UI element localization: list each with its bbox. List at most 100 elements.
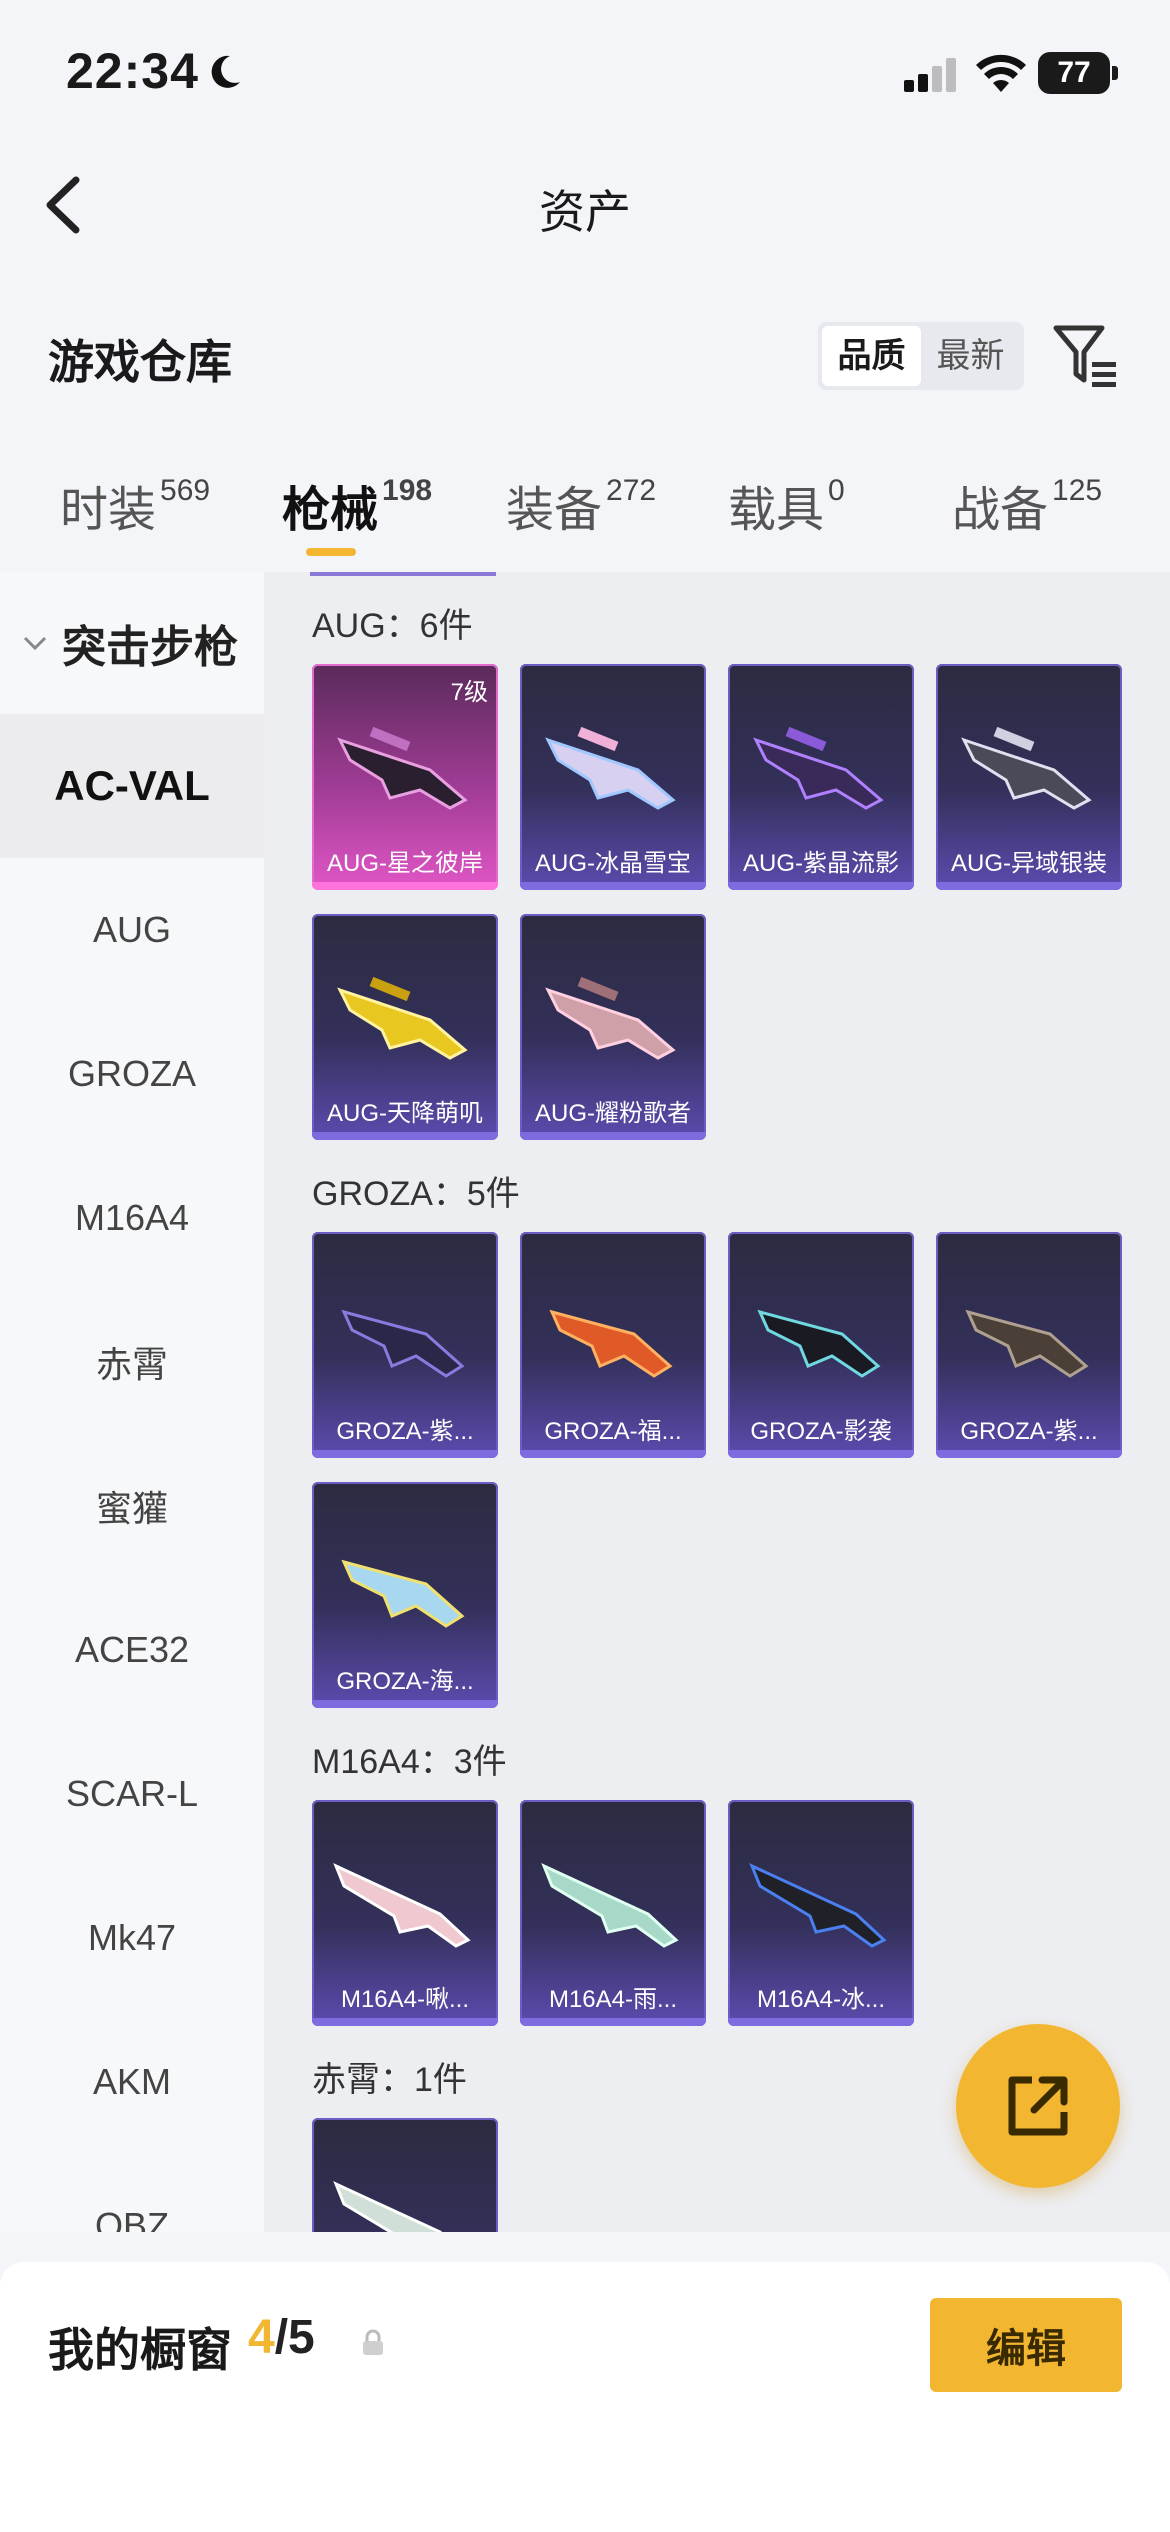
weapon-card[interactable] xyxy=(312,2118,498,2232)
status-time: 22:34 xyxy=(66,43,199,99)
sidebar-item-scar-l[interactable]: SCAR-L xyxy=(0,1722,264,1866)
weapon-card[interactable]: M16A4-啾... xyxy=(312,1800,498,2026)
sidebar-item-chixiao[interactable]: 赤霄 xyxy=(0,1290,264,1434)
moon-icon xyxy=(211,55,240,88)
tab-label: 时装 xyxy=(60,484,157,537)
weapon-name: GROZA-海... xyxy=(336,1668,474,1695)
tab-count: 125 xyxy=(1052,474,1103,507)
showcase-panel: 我的橱窗 4/5 编辑 xyxy=(0,2262,1170,2532)
tab-label: 战备 xyxy=(952,484,1049,537)
sort-toggle[interactable]: 品质 最新 xyxy=(818,322,1024,390)
weapon-card[interactable]: M16A4-冰... xyxy=(728,1800,914,2026)
showcase-current: 4 xyxy=(248,2311,275,2364)
chevron-down-icon xyxy=(23,636,47,651)
group-header-aug: AUG：6件 xyxy=(312,607,473,645)
group-header-groza: GROZA：5件 xyxy=(312,1175,520,1213)
gun-icon xyxy=(757,1309,881,1378)
weapon-name: M16A4-啾... xyxy=(340,1986,470,2013)
weapon-card[interactable]: GROZA-福... xyxy=(520,1232,706,1458)
weapon-name: AUG-天降萌叽 xyxy=(327,1100,483,1127)
weapon-card[interactable]: AUG-天降萌叽 xyxy=(312,914,498,1140)
gun-icon xyxy=(753,726,884,810)
weapon-name: GROZA-紫... xyxy=(960,1418,1098,1445)
weapon-name: GROZA-紫... xyxy=(336,1418,474,1445)
weapon-card[interactable]: GROZA-紫... xyxy=(312,1232,498,1458)
gun-icon xyxy=(749,1863,887,1948)
weapon-name: GROZA-影袭 xyxy=(750,1418,892,1445)
gun-icon xyxy=(541,1863,679,1948)
weapon-card[interactable]: GROZA-紫... xyxy=(936,1232,1122,1458)
wifi-icon xyxy=(976,54,1026,92)
sidebar-item-mk47[interactable]: Mk47 xyxy=(0,1866,264,2010)
tab-guns[interactable]: 枪械 198 xyxy=(282,470,432,540)
gun-icon xyxy=(549,1309,673,1378)
weapon-card[interactable]: AUG-紫晶流影 xyxy=(728,664,914,890)
gun-icon xyxy=(341,1309,465,1378)
status-bar: 22:34 77 xyxy=(0,0,1170,150)
page-title: 资产 xyxy=(539,186,631,238)
previous-card-edge xyxy=(310,572,496,576)
sidebar-item-ac-val[interactable]: AC-VAL xyxy=(0,714,264,858)
gun-icon xyxy=(545,976,676,1060)
sidebar-item-akm[interactable]: AKM xyxy=(0,2010,264,2154)
showcase-total: /5 xyxy=(274,2311,315,2364)
section-title: 游戏仓库 xyxy=(48,336,232,388)
weapon-name: AUG-冰晶雪宝 xyxy=(535,850,691,877)
tab-label: 载具 xyxy=(728,484,825,537)
sidebar-item-honey-badger[interactable]: 蜜獾 xyxy=(0,1434,264,1578)
share-button[interactable] xyxy=(956,2024,1120,2188)
weapon-grid: AUG：6件 7级 AUG-星之彼岸 AUG-冰晶雪宝 AUG-紫晶流影 AUG… xyxy=(264,572,1170,2232)
tab-vehicles[interactable]: 载具 0 xyxy=(728,470,845,540)
group-header-m16a4: M16A4：3件 xyxy=(312,1743,507,1781)
tab-count: 272 xyxy=(606,474,657,507)
gun-icon xyxy=(545,726,676,810)
sidebar-item-qbz[interactable]: QBZ xyxy=(0,2154,264,2232)
weapon-card[interactable]: GROZA-海... xyxy=(312,1482,498,1708)
edit-button[interactable]: 编辑 xyxy=(930,2298,1122,2392)
weapon-card[interactable]: AUG-耀粉歌者 xyxy=(520,914,706,1140)
sidebar-item-groza[interactable]: GROZA xyxy=(0,1002,264,1146)
gun-icon xyxy=(333,2181,443,2232)
tab-count: 569 xyxy=(160,474,211,507)
sidebar-group-assault-rifles[interactable]: 突击步枪 xyxy=(0,572,264,714)
battery-icon: 77 xyxy=(1038,52,1118,94)
lock-icon xyxy=(363,2329,383,2355)
weapon-name: M16A4-雨... xyxy=(548,1986,678,2013)
gun-icon xyxy=(337,726,468,810)
weapon-type-sidebar: 突击步枪 AC-VAL AUG GROZA M16A4 赤霄 蜜獾 ACE32 … xyxy=(0,572,264,2232)
gun-icon xyxy=(961,726,1092,810)
weapon-card[interactable]: GROZA-影袭 xyxy=(728,1232,914,1458)
share-icon xyxy=(1008,2076,1068,2136)
tab-label: 装备 xyxy=(506,484,603,537)
category-tabs: 时装 569 枪械 198 装备 272 载具 0 战备 125 xyxy=(0,470,1170,560)
tab-fashion[interactable]: 时装 569 xyxy=(60,470,210,540)
gun-icon xyxy=(341,1559,465,1628)
filter-icon[interactable] xyxy=(1052,322,1120,388)
signal-icon xyxy=(904,58,956,92)
sidebar-item-aug[interactable]: AUG xyxy=(0,858,264,1002)
tab-indicator xyxy=(306,548,356,556)
weapon-name: M16A4-冰... xyxy=(756,1986,886,2013)
gun-icon xyxy=(333,1863,471,1948)
tab-equipment[interactable]: 装备 272 xyxy=(506,470,656,540)
weapon-card[interactable]: M16A4-雨... xyxy=(520,1800,706,2026)
tab-supplies[interactable]: 战备 125 xyxy=(952,470,1102,540)
sidebar-item-m16a4[interactable]: M16A4 xyxy=(0,1146,264,1290)
gun-icon xyxy=(965,1309,1089,1378)
group-header-chixiao: 赤霄：1件 xyxy=(312,2061,467,2099)
weapon-name: GROZA-福... xyxy=(544,1418,682,1445)
weapon-card[interactable]: AUG-冰晶雪宝 xyxy=(520,664,706,890)
weapon-name: AUG-紫晶流影 xyxy=(743,850,899,877)
sidebar-group-label: 突击步枪 xyxy=(62,623,238,672)
sidebar-item-ace32[interactable]: ACE32 xyxy=(0,1578,264,1722)
gun-icon xyxy=(337,976,468,1060)
weapon-name: AUG-耀粉歌者 xyxy=(535,1100,691,1127)
weapon-card[interactable]: 7级 AUG-星之彼岸 xyxy=(312,664,498,890)
weapon-card[interactable]: AUG-异域银装 xyxy=(936,664,1122,890)
weapon-name: AUG-异域银装 xyxy=(951,850,1107,877)
showcase-title: 我的橱窗 xyxy=(48,2324,232,2376)
weapon-name: AUG-星之彼岸 xyxy=(327,850,483,877)
sort-option-quality[interactable]: 品质 xyxy=(822,326,921,386)
tab-count: 198 xyxy=(382,474,433,507)
sort-option-latest[interactable]: 最新 xyxy=(921,326,1020,386)
